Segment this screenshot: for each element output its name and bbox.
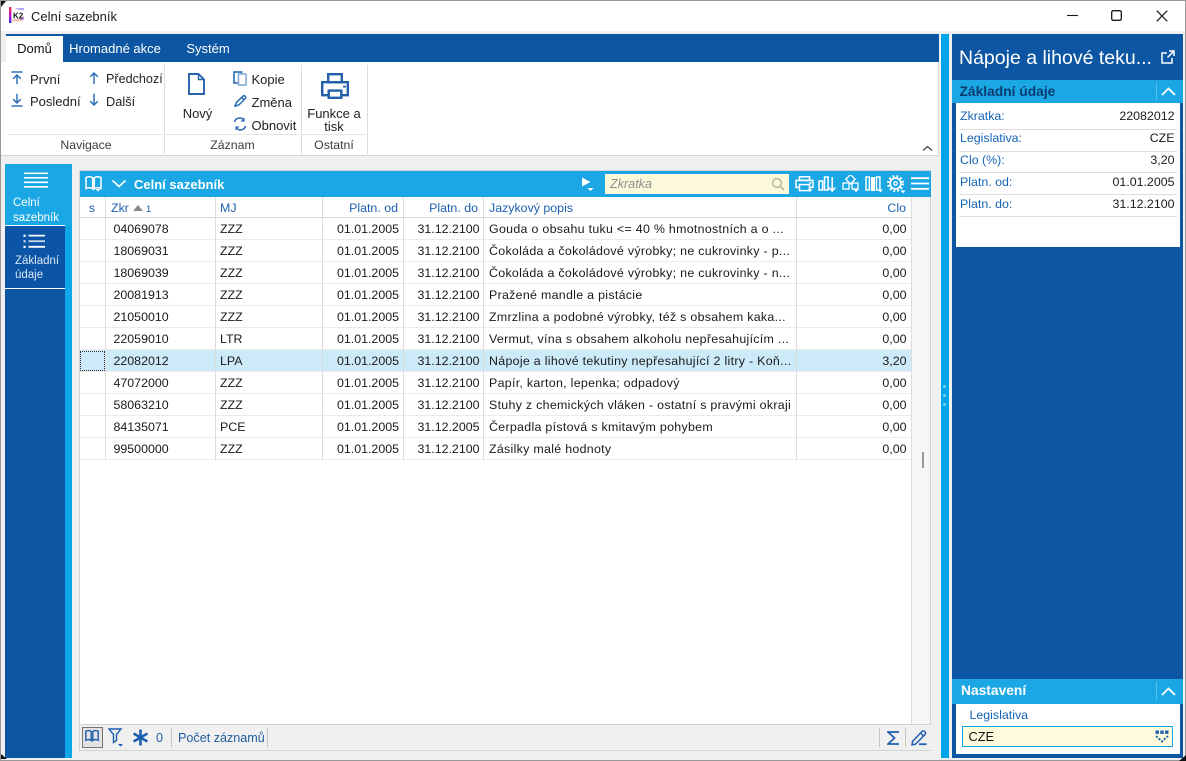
svg-text:K2: K2 — [13, 11, 24, 20]
